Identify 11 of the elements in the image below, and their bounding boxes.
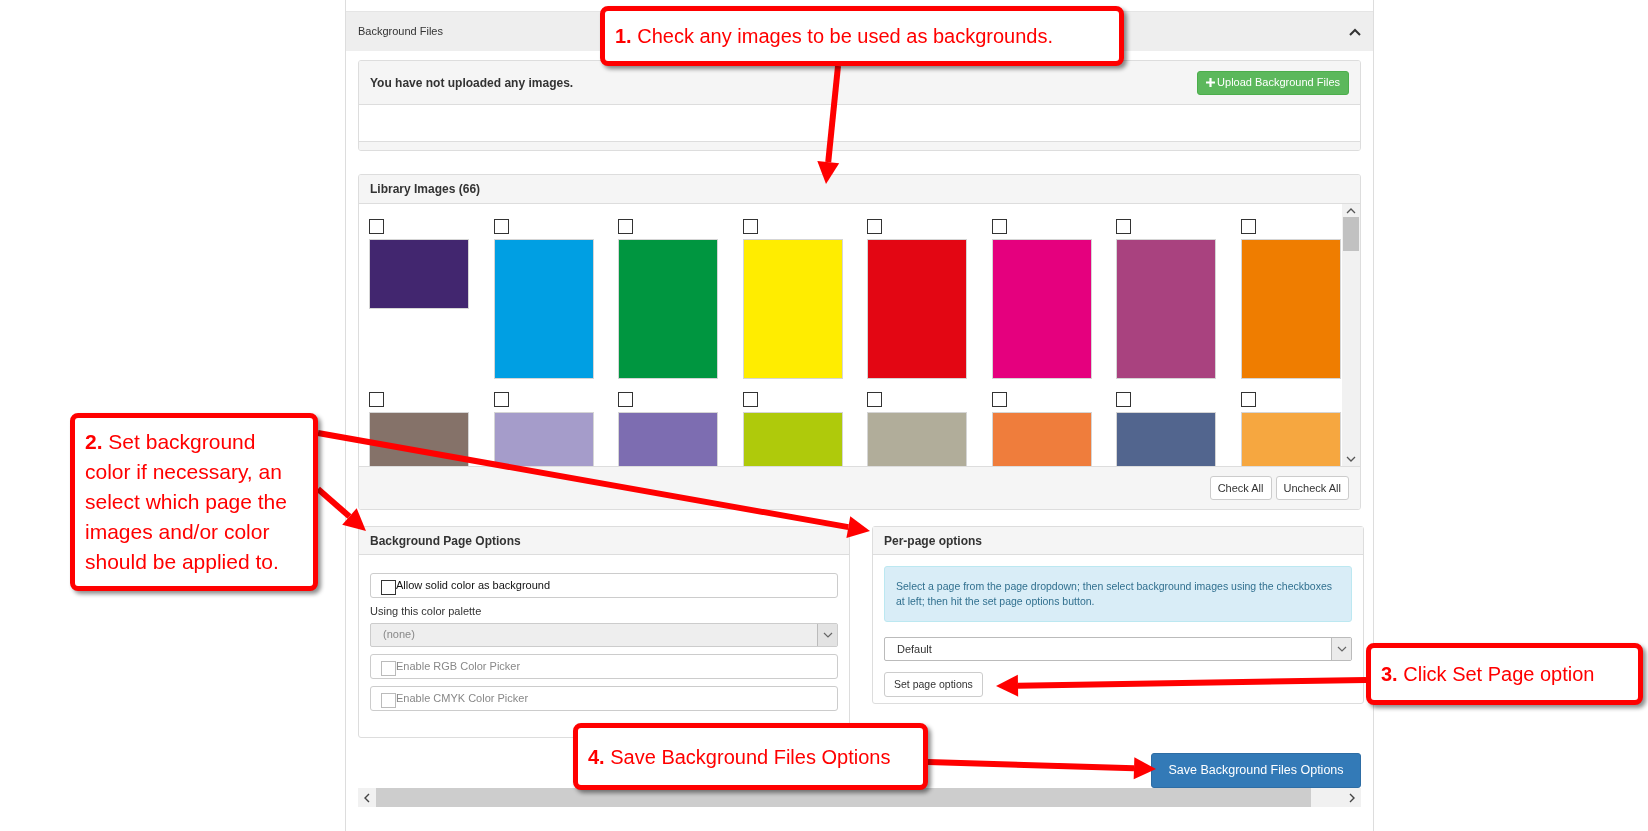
- uploads-message: You have not uploaded any images.: [370, 74, 574, 92]
- panel-title: Per-page options: [884, 532, 982, 550]
- library-title: Library Images (66): [370, 181, 481, 198]
- info-message: Select a page from the page dropdown; then select background images using the checkboxes at left; then hit the set page options button.: [884, 566, 1352, 622]
- section-title: Background Files: [358, 24, 443, 40]
- field-label: Using this color palette: [370, 604, 483, 619]
- annotation-tooltip: 4. Save Background Files Options: [573, 723, 928, 790]
- annotation-tooltip: 1. Check any images to be used as backgrounds.: [600, 6, 1124, 66]
- panel-title: Background Page Options: [370, 532, 521, 550]
- annotation-tooltip: 3. Click Set Page option: [1366, 643, 1643, 705]
- annotation-tooltip: 2. Set background color if necessary, an select which page the images and/or color should be applied to.: [70, 413, 318, 591]
